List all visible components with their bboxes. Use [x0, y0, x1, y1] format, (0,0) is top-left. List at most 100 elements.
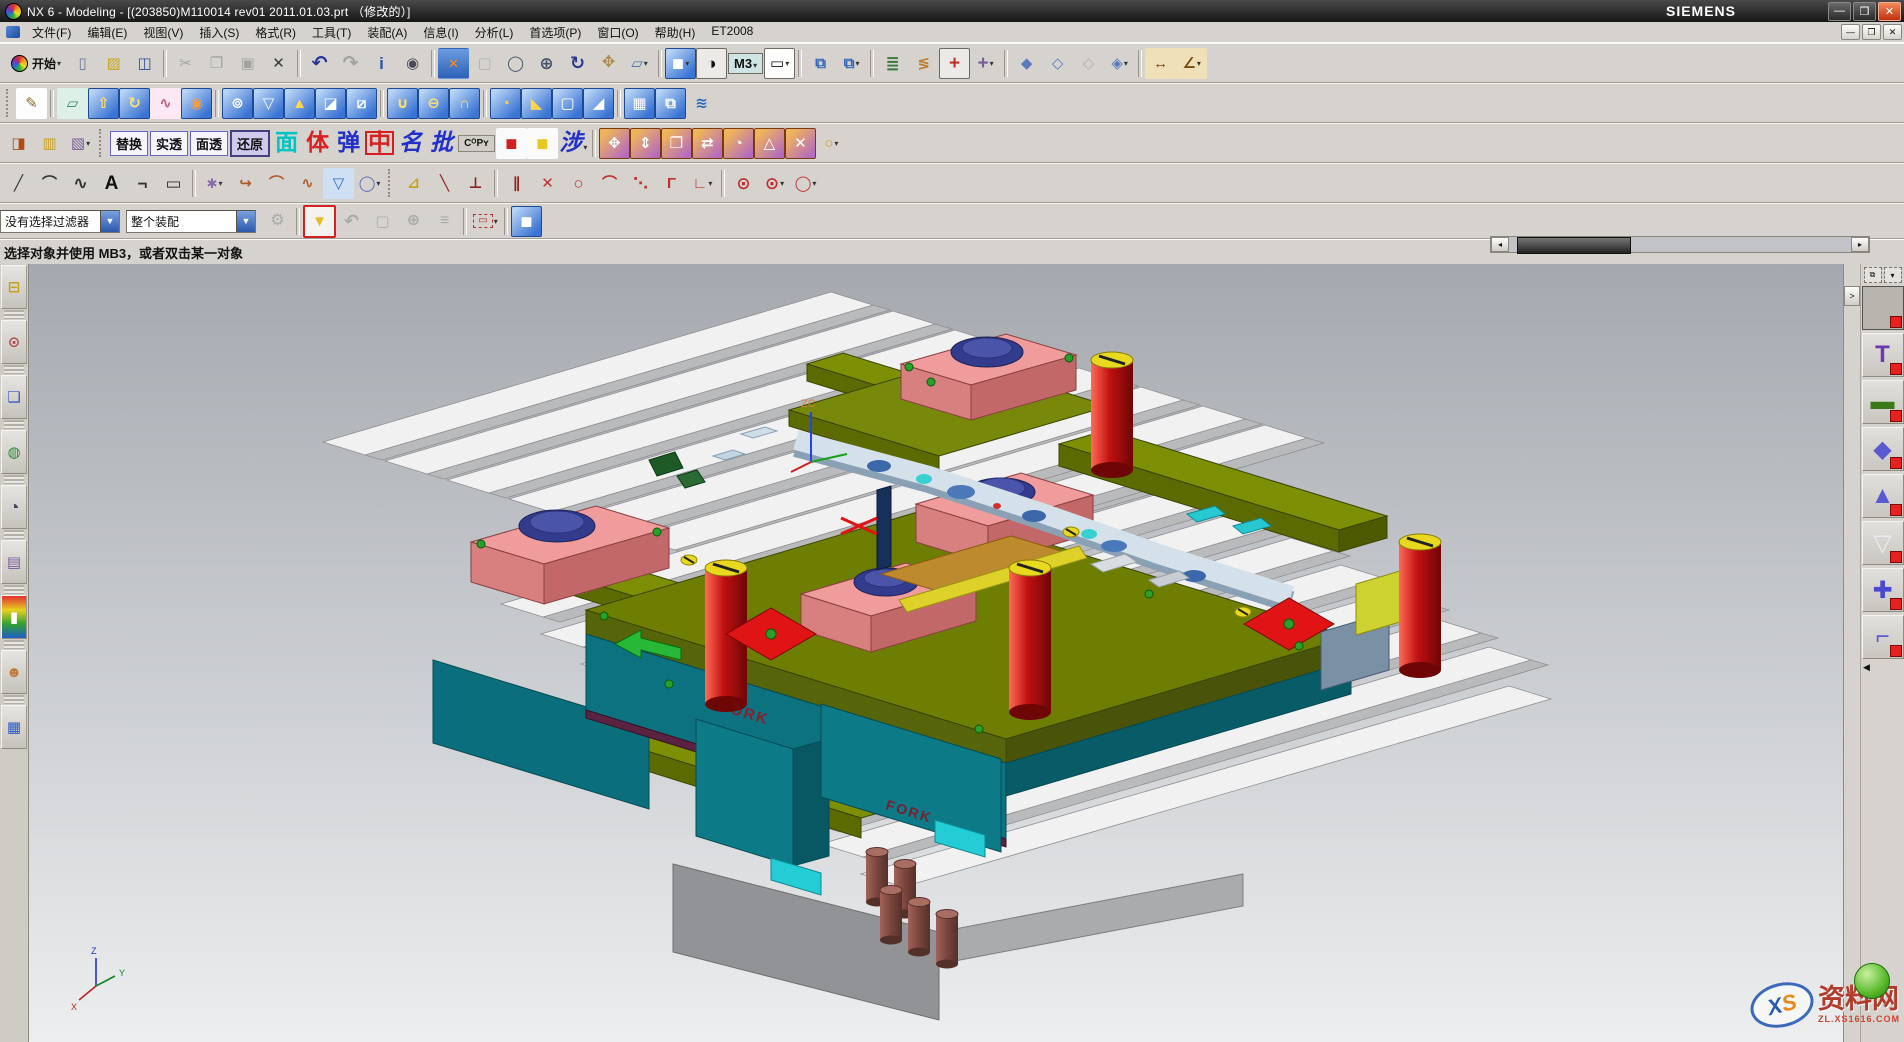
hole-icon[interactable]: ◉: [181, 88, 212, 119]
dropdown-badge[interactable]: [1890, 457, 1902, 469]
open-icon[interactable]: ▨: [98, 48, 129, 79]
snap-point-icon[interactable]: ◆: [1011, 48, 1042, 79]
find-component-icon[interactable]: ◉: [397, 48, 428, 79]
split-body-icon[interactable]: ⧄: [346, 88, 377, 119]
scrollbar-thumb[interactable]: [1517, 237, 1631, 254]
pattern-feature-icon[interactable]: ▦: [624, 88, 655, 119]
move-face-icon[interactable]: ✥: [599, 128, 630, 159]
selection-scope-dropdown[interactable]: 整个装配 ▼: [126, 210, 256, 233]
bridge-curve-icon[interactable]: ⌒: [261, 168, 292, 199]
panel-restore-icon[interactable]: ⧉: [1864, 267, 1882, 283]
paste-icon[interactable]: ▣: [232, 48, 263, 79]
cut-icon[interactable]: ✂: [170, 48, 201, 79]
snap-intersection-icon[interactable]: ◈: [1104, 48, 1135, 79]
cam-bracket-part-button[interactable]: ◆: [1862, 427, 1904, 471]
edit-display-icon[interactable]: ▧: [65, 128, 96, 159]
show-solid-red-icon[interactable]: ◼: [496, 128, 527, 159]
constraint-navigator-tab[interactable]: ⊙: [1, 320, 27, 364]
assembly-constraints-icon[interactable]: ⚙: [262, 206, 293, 237]
dropdown-arrow-icon[interactable]: ▼: [236, 211, 255, 232]
corner-icon[interactable]: ¬: [127, 168, 158, 199]
menu-edit[interactable]: 编辑(E): [79, 22, 135, 43]
templates-tab[interactable]: ▦: [1, 705, 27, 749]
menu-insert[interactable]: 插入(S): [191, 22, 247, 43]
menu-view[interactable]: 视图(V): [135, 22, 191, 43]
rotate-view-icon[interactable]: ↻: [562, 48, 593, 79]
subtract-icon[interactable]: ⊖: [418, 88, 449, 119]
menu-assemblies[interactable]: 装配(A): [359, 22, 415, 43]
join-curve-icon[interactable]: ∿: [292, 168, 323, 199]
show-solid-yellow-icon[interactable]: ◼: [527, 128, 558, 159]
dropdown-badge[interactable]: [1890, 363, 1902, 375]
ellipse-icon[interactable]: ◯: [790, 168, 821, 199]
part-info-icon[interactable]: i: [366, 48, 397, 79]
close-button[interactable]: ✕: [1878, 2, 1901, 21]
chamfer-icon[interactable]: ◣: [521, 88, 552, 119]
pad-icon[interactable]: ▲: [284, 88, 315, 119]
dropdown-arrow-icon[interactable]: ▼: [100, 211, 119, 232]
dropdown-badge[interactable]: [1890, 551, 1902, 563]
open-in-window-icon[interactable]: ▢: [367, 206, 398, 237]
menu-file[interactable]: 文件(F): [24, 22, 79, 43]
polyline-icon[interactable]: ⋱: [625, 168, 656, 199]
parallel-line-icon[interactable]: ∥: [501, 168, 532, 199]
dropdown-badge[interactable]: [1890, 316, 1902, 328]
boss-icon[interactable]: ⊚: [222, 88, 253, 119]
perpendicular-line-icon[interactable]: ⊥: [460, 168, 491, 199]
draft-icon[interactable]: ◢: [583, 88, 614, 119]
face-analysis-swatch[interactable]: ▭: [764, 48, 795, 79]
sketch-icon[interactable]: ✎: [16, 88, 47, 119]
mirror-display-icon[interactable]: ⧉: [836, 48, 867, 79]
spline-icon[interactable]: ∿: [65, 168, 96, 199]
minimize-button[interactable]: —: [1828, 2, 1851, 21]
render-style-icon[interactable]: ◑: [696, 48, 727, 79]
offset-curve-icon[interactable]: ↪: [230, 168, 261, 199]
center-char-button[interactable]: 中: [364, 130, 395, 155]
save-icon[interactable]: ◫: [129, 48, 160, 79]
snap-endpoint-icon[interactable]: ◇: [1042, 48, 1073, 79]
menu-help[interactable]: 帮助(H): [647, 22, 704, 43]
circle-diameter-icon[interactable]: ⊙: [759, 168, 790, 199]
datum-plane-icon[interactable]: ▱: [57, 88, 88, 119]
offset-region-icon[interactable]: ❐: [661, 128, 692, 159]
scroll-right-arrow[interactable]: ▸: [1851, 237, 1869, 252]
project-curve-icon[interactable]: ▽: [323, 168, 354, 199]
copy-tool-button[interactable]: CᴼPʏ: [458, 135, 495, 152]
revolve-icon[interactable]: ↻: [119, 88, 150, 119]
tube-icon[interactable]: ◯: [354, 168, 385, 199]
zoom-in-out-icon[interactable]: ⊕: [531, 48, 562, 79]
delete-face-icon[interactable]: ✕: [785, 128, 816, 159]
undo-icon[interactable]: ↶: [304, 48, 335, 79]
object-display-icon[interactable]: ◨: [3, 128, 34, 159]
pull-face-icon[interactable]: ⇕: [630, 128, 661, 159]
maximize-button[interactable]: ❐: [1853, 2, 1876, 21]
guide-bushing-part-button[interactable]: ▽: [1862, 521, 1904, 565]
face-char-button[interactable]: 面: [271, 130, 302, 155]
menu-et2008[interactable]: ET2008: [703, 22, 761, 43]
panel-scroll-up-icon[interactable]: ◀: [1863, 662, 1870, 673]
punch-part-button[interactable]: T: [1862, 333, 1904, 377]
internet-explorer-tab[interactable]: ◍: [1, 430, 27, 474]
dropdown-badge[interactable]: [1890, 598, 1902, 610]
replace-button[interactable]: 替换: [110, 131, 148, 156]
show-hide-icon[interactable]: ▥: [34, 128, 65, 159]
wave-sketch-icon[interactable]: ⊿: [398, 168, 429, 199]
layer-settings-icon[interactable]: ≣: [877, 48, 908, 79]
restore-button[interactable]: 还原: [230, 130, 270, 157]
edit-cross-section-icon[interactable]: ○: [816, 128, 847, 159]
menu-tools[interactable]: 工具(T): [304, 22, 359, 43]
scrollbar-track[interactable]: [1509, 237, 1851, 252]
graphics-window[interactable]: FORK FORK: [29, 264, 1843, 1042]
menu-format[interactable]: 格式(R): [247, 22, 304, 43]
mdi-minimize-button[interactable]: —: [1841, 24, 1860, 40]
fit-view-icon[interactable]: ✕: [438, 48, 469, 79]
snap-filter-icon[interactable]: ▼: [303, 205, 336, 238]
edge-blend-icon[interactable]: ◔: [490, 88, 521, 119]
rotate-point-icon[interactable]: ⊕: [398, 206, 429, 237]
trim-body-icon[interactable]: ◪: [315, 88, 346, 119]
derived-line-icon[interactable]: ╲: [429, 168, 460, 199]
pan-icon[interactable]: ✥: [593, 48, 624, 79]
point-set-icon[interactable]: ✱: [199, 168, 230, 199]
text-curve-icon[interactable]: A: [96, 168, 127, 199]
rectangle-icon[interactable]: ▭: [158, 168, 189, 199]
